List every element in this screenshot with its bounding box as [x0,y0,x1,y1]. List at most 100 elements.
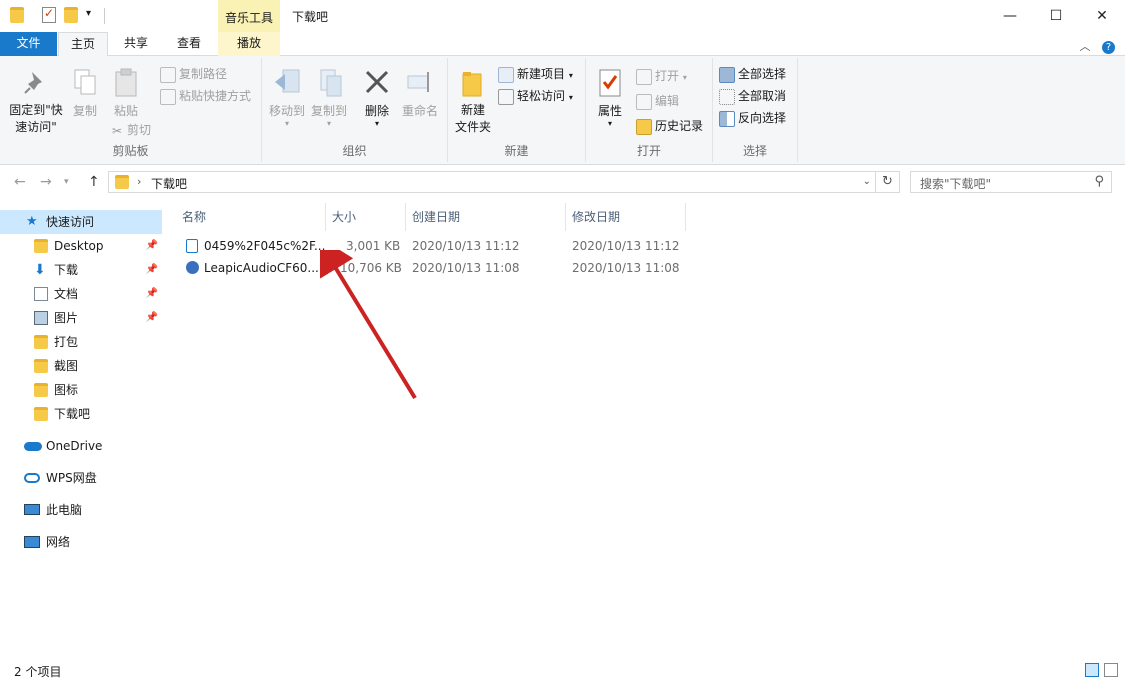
pin-icon: 📌 [145,312,158,323]
history-button[interactable]: 历史记录 [636,116,703,136]
quick-access-dropdown-icon[interactable]: ▾ [86,8,91,19]
copy-path-icon [160,66,176,83]
breadcrumb[interactable]: 下载吧 [151,175,187,192]
file-name: 0459%2F045c%2F... [204,239,326,253]
organize-group: 移动到 ▾ 复制到 ▾ 删除 ▾ 重命名 组织 [262,58,448,162]
close-button[interactable]: ✕ [1079,0,1125,32]
paste-shortcut-button[interactable]: 粘贴快捷方式 [160,86,251,106]
select-none-button[interactable]: 全部取消 [719,86,786,106]
search-placeholder: 搜索"下载吧" [920,177,992,191]
pictures-icon [34,311,48,325]
minimize-button[interactable]: — [987,0,1033,32]
maximize-button[interactable]: ☐ [1033,0,1079,32]
sidebar-item-network[interactable]: 网络 [0,530,162,554]
column-header-created[interactable]: 创建日期 [406,203,566,231]
select-none-label: 全部取消 [738,89,787,103]
paste-button[interactable]: 粘贴 [108,68,144,119]
sidebar-item-quick-access[interactable]: ★ 快速访问 [0,210,162,234]
tab-home[interactable]: 主页 [58,32,108,57]
chevron-down-icon[interactable]: ⌄ [863,176,871,187]
file-modified: 2020/10/13 11:12 [572,239,680,253]
sidebar-item-label: 图片 [54,311,79,325]
open-group: 属性 ▾ 打开 ▾ 编辑 历史记录 打开 [586,58,713,162]
copy-to-button[interactable]: 复制到 ▾ [308,68,350,128]
rename-button[interactable]: 重命名 [398,68,442,119]
search-icon[interactable]: ⚲ [1094,174,1104,189]
paste-label: 粘贴 [113,104,138,118]
new-item-button[interactable]: 新建项目 ▾ [498,64,573,84]
large-icons-view-icon[interactable] [1104,663,1118,677]
sidebar-item-xiazaiba[interactable]: 下载吧 [0,402,162,426]
tab-view[interactable]: 查看 [164,32,214,56]
tab-play[interactable]: 播放 [218,32,280,56]
network-icon [24,536,40,548]
sidebar-item-wps[interactable]: WPS网盘 [0,466,162,490]
pin-icon: 📌 [145,288,158,299]
new-folder-button[interactable]: 新建 文件夹 [452,68,494,136]
sidebar-item-pictures[interactable]: 图片 📌 [0,306,162,330]
help-icon[interactable]: ? [1102,41,1115,54]
up-icon[interactable]: ↑ [88,174,100,190]
sidebar-item-onedrive[interactable]: OneDrive [0,434,162,458]
select-all-button[interactable]: 全部选择 [719,64,786,84]
sidebar-item-label: 截图 [54,359,79,373]
tab-file[interactable]: 文件 [0,32,57,56]
forward-icon[interactable]: → [40,174,52,190]
move-to-icon [273,68,301,98]
sidebar-item-desktop[interactable]: Desktop 📌 [0,234,162,258]
folder-icon [34,407,48,421]
delete-button[interactable]: 删除 ▾ [358,68,396,128]
sidebar-item-label: 打包 [54,335,79,349]
paste-shortcut-icon [160,88,176,105]
sidebar-item-icons[interactable]: 图标 [0,378,162,402]
copy-path-button[interactable]: 复制路径 [160,64,227,84]
column-header-modified[interactable]: 修改日期 [566,203,686,231]
properties-quick-icon[interactable] [42,6,56,23]
divider [104,8,105,24]
address-bar[interactable]: › 下载吧 ⌄ [108,171,876,193]
column-header-size[interactable]: 大小 [326,203,406,231]
invert-selection-icon [719,110,735,127]
back-icon[interactable]: ← [14,174,26,190]
easy-access-button[interactable]: 轻松访问 ▾ [498,86,573,106]
file-row[interactable]: 0459%2F045c%2F... 3,001 KB 2020/10/13 11… [182,235,702,257]
copy-path-label: 复制路径 [179,67,228,81]
invert-selection-button[interactable]: 反向选择 [719,108,786,128]
file-row[interactable]: LeapicAudioCF60.... 10,706 KB 2020/10/13… [182,257,702,279]
clipboard-group-label: 剪贴板 [112,144,149,158]
properties-button[interactable]: 属性 ▾ [592,68,628,128]
refresh-icon: ↻ [882,174,893,189]
copy-to-label: 复制到 [310,104,347,118]
search-input[interactable]: 搜索"下载吧" ⚲ [910,171,1112,193]
sidebar-item-documents[interactable]: 文档 📌 [0,282,162,306]
collapse-ribbon-icon[interactable]: ︿ [1080,40,1091,53]
column-header-name[interactable]: 名称 [176,203,326,231]
new-folder-quick-icon[interactable] [64,7,78,23]
tab-share[interactable]: 共享 [112,32,160,56]
copy-button[interactable]: 复制 [68,68,102,119]
refresh-button[interactable]: ↻ [876,171,900,193]
sidebar-item-this-pc[interactable]: 此电脑 [0,498,162,522]
folder-icon [34,359,48,373]
cut-button[interactable]: ✂ 剪切 [110,120,151,140]
sidebar-item-label: 网络 [46,535,71,549]
properties-label: 属性 [597,104,622,118]
download-icon: ⬇ [34,262,46,278]
installer-file-icon [186,261,199,274]
history-label: 历史记录 [655,119,704,133]
sidebar-item-pack[interactable]: 打包 [0,330,162,354]
folder-icon [34,335,48,349]
pin-quick-access-button[interactable]: 固定到"快速访问" [4,68,68,136]
chevron-down-icon: ▾ [284,119,289,128]
new-folder-icon [459,68,487,98]
breadcrumb-separator: › [137,175,142,188]
details-view-icon[interactable] [1085,663,1099,677]
sidebar-item-downloads[interactable]: ⬇ 下载 📌 [0,258,162,282]
folder-icon [115,175,129,189]
edit-button[interactable]: 编辑 [636,91,679,111]
sidebar-item-screenshots[interactable]: 截图 [0,354,162,378]
open-button[interactable]: 打开 ▾ [636,66,687,86]
move-to-button[interactable]: 移动到 ▾ [266,68,308,128]
rename-label: 重命名 [401,104,438,118]
recent-locations-icon[interactable]: ▾ [64,177,69,187]
